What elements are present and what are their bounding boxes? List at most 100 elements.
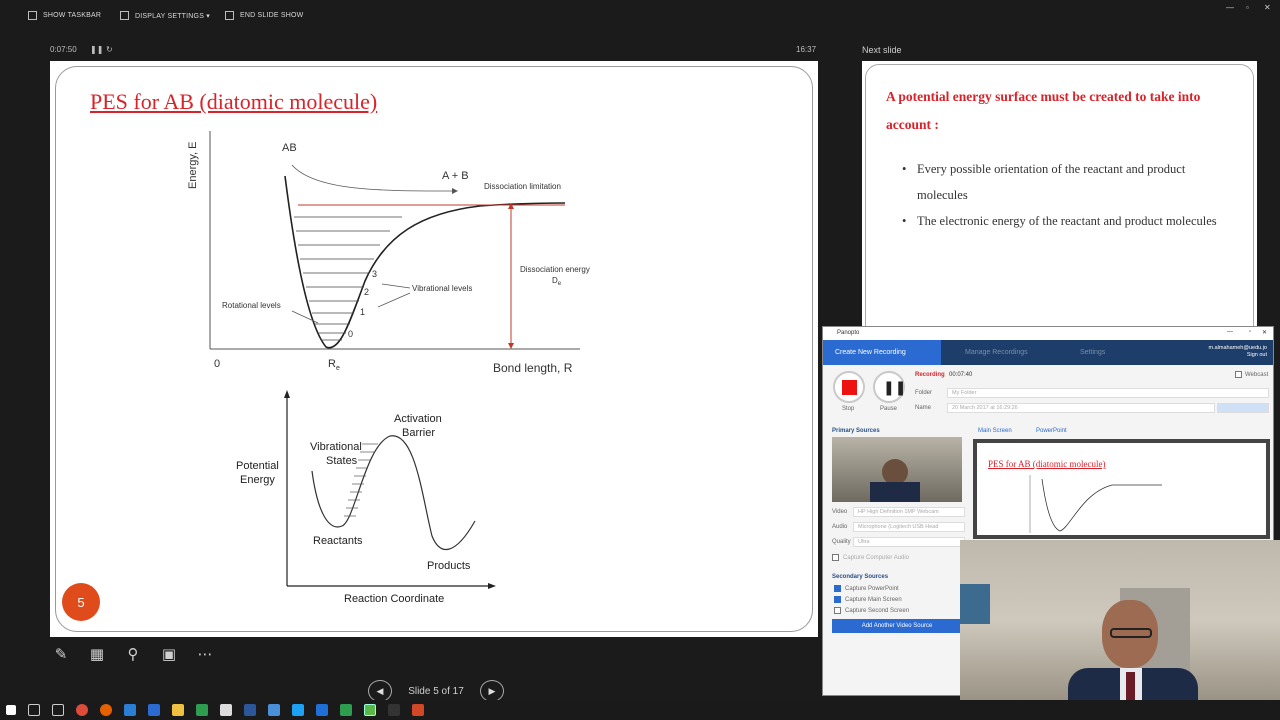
chrome-icon[interactable]	[76, 704, 88, 716]
user-account[interactable]: m.almahameh@uedu.jo Sign out	[1209, 345, 1267, 359]
panopto-close-icon[interactable]: ✕	[1262, 329, 1267, 336]
panopto-minimize-icon[interactable]: —	[1227, 329, 1233, 335]
zoom-icon[interactable]: ⚲	[122, 643, 144, 665]
next-bullet: Every possible orientation of the reacta…	[902, 156, 1232, 208]
tab-manage-recordings[interactable]: Manage Recordings	[953, 340, 1063, 365]
recording-name-button[interactable]	[1217, 403, 1269, 413]
windows-taskbar	[0, 700, 1280, 720]
show-taskbar-button[interactable]: SHOW TASKBAR	[28, 11, 101, 20]
folder-field[interactable]: My Folder	[947, 388, 1269, 398]
capture-powerpoint-checkbox[interactable]	[834, 585, 841, 592]
app-icon[interactable]	[340, 704, 352, 716]
black-screen-icon[interactable]: ▣	[158, 643, 180, 665]
monitor-icon	[120, 11, 129, 20]
tab-settings[interactable]: Settings	[1068, 340, 1138, 365]
firefox-icon[interactable]	[100, 704, 112, 716]
potential-curve	[284, 175, 566, 349]
app-icon[interactable]	[196, 704, 208, 716]
clock: 16:37	[796, 45, 817, 54]
app-icon[interactable]	[268, 704, 280, 716]
app-icon[interactable]	[388, 704, 400, 716]
potential-label-2: Energy	[240, 474, 275, 486]
app-icon[interactable]	[316, 704, 328, 716]
quality-select[interactable]: Ultra	[853, 537, 965, 547]
stop-icon	[842, 380, 857, 395]
pen-icon[interactable]: ✎	[50, 643, 72, 665]
word-icon[interactable]	[244, 704, 256, 716]
energy-axis-label: Energy, E	[187, 142, 199, 190]
next-slide-button[interactable]: ▶	[479, 680, 504, 702]
slide-navigation: ◀ Slide 5 of 17 ▶	[368, 680, 504, 702]
audio-source-select[interactable]: Microphone (Logitech USB Head	[853, 522, 965, 532]
tab-create-new-recording[interactable]: Create New Recording	[823, 340, 941, 365]
panopto-taskbar-icon[interactable]	[364, 704, 376, 716]
current-slide: PES for AB (diatomic molecule) Energy, E…	[50, 61, 818, 637]
capture-second-screen-checkbox[interactable]	[834, 607, 841, 614]
vibrational-level-lines	[294, 216, 402, 341]
next-slide-preview[interactable]: A potential energy surface must be creat…	[862, 61, 1257, 344]
stop-button[interactable]	[833, 371, 865, 403]
webcam-video-feed	[960, 540, 1280, 720]
recording-time: 00:07:40	[949, 372, 973, 378]
recording-status: Recording	[915, 372, 945, 378]
file-explorer-icon[interactable]	[172, 704, 184, 716]
pause-timer-icon[interactable]: ❚❚	[90, 45, 103, 54]
preview-tab-powerpoint[interactable]: PowerPoint	[1036, 428, 1067, 434]
minimize-icon[interactable]: —	[1226, 3, 1234, 12]
level-2: 2	[364, 287, 369, 297]
de-label: De	[552, 276, 562, 287]
panopto-maximize-icon[interactable]: ▫	[1249, 329, 1251, 335]
level-3: 3	[372, 269, 377, 279]
pause-icon: ❚❚	[883, 379, 907, 395]
outlook-icon[interactable]	[148, 704, 160, 716]
recording-name-field[interactable]: 20 March 2017 at 16:29:26	[947, 403, 1215, 413]
video-source-select[interactable]: HP High Definition 1MP Webcam	[853, 507, 965, 517]
slide-counter[interactable]: Slide 5 of 17	[408, 686, 464, 697]
origin-label: 0	[214, 358, 220, 370]
powerpoint-icon[interactable]	[412, 704, 424, 716]
app-icon[interactable]	[220, 704, 232, 716]
ab-arrow	[291, 164, 453, 192]
close-icon[interactable]: ✕	[1264, 3, 1271, 12]
app-icon[interactable]	[292, 704, 304, 716]
next-slide-heading: A potential energy surface must be creat…	[886, 89, 1201, 132]
panopto-title-bar: Panopto — ▫ ✕	[823, 327, 1273, 340]
restore-icon[interactable]: ▫	[1246, 3, 1249, 12]
apb-label: A + B	[442, 170, 469, 182]
panopto-tabs: Create New Recording Manage Recordings S…	[823, 340, 1273, 365]
glasses	[1110, 628, 1152, 638]
webcast-checkbox[interactable]	[1235, 371, 1242, 378]
previous-slide-button[interactable]: ◀	[368, 680, 392, 702]
reset-timer-icon[interactable]: ↻	[106, 45, 113, 54]
webcam-preview-thumbnail	[832, 437, 962, 502]
re-label: Re	[328, 358, 340, 372]
see-all-slides-icon[interactable]: ▦	[86, 643, 108, 665]
vibrational-levels-label: Vibrational levels	[412, 284, 472, 293]
pause-button[interactable]: ❚❚	[873, 371, 907, 403]
next-bullet: The electronic energy of the reactant an…	[902, 208, 1232, 234]
products-label: Products	[427, 560, 471, 572]
reaction-coordinate-label: Reaction Coordinate	[344, 593, 444, 605]
taskbar-icon	[28, 11, 37, 20]
potential-label-1: Potential	[236, 460, 279, 472]
elapsed-timer: 0:07:50	[50, 45, 77, 54]
bond-length-label: Bond length, R	[493, 361, 573, 375]
preview-tab-main-screen[interactable]: Main Screen	[978, 428, 1012, 434]
end-slide-show-button[interactable]: END SLIDE SHOW	[225, 11, 303, 20]
reaction-coordinate-diagram: Potential Energy Activation Barrier Vibr…	[236, 390, 496, 605]
edge-icon[interactable]	[124, 704, 136, 716]
more-options-icon[interactable]: ⋯	[194, 643, 216, 665]
vibrational-label-1: Vibrational	[310, 441, 362, 453]
start-icon[interactable]	[6, 705, 16, 715]
activation-label-2: Barrier	[402, 427, 435, 439]
display-settings-button[interactable]: DISPLAY SETTINGS ▾	[120, 11, 210, 20]
screen-preview: PES for AB (diatomic molecule)	[973, 439, 1270, 539]
level-0: 0	[348, 329, 353, 339]
add-video-source-button[interactable]: Add Another Video Source	[832, 619, 962, 633]
capture-computer-audio-checkbox[interactable]	[832, 554, 839, 561]
search-icon[interactable]	[28, 704, 40, 716]
presenter-toolbar: SHOW TASKBAR DISPLAY SETTINGS ▾ END SLID…	[0, 0, 1280, 32]
capture-main-screen-checkbox[interactable]	[834, 596, 841, 603]
next-slide-bullets: Every possible orientation of the reacta…	[902, 156, 1232, 234]
task-view-icon[interactable]	[52, 704, 64, 716]
